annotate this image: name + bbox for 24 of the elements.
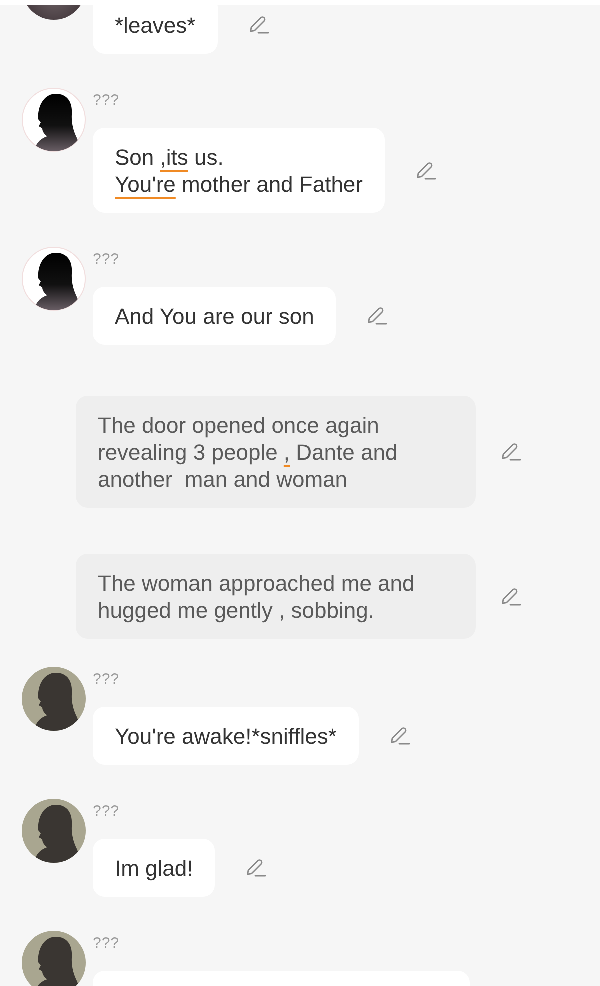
- pencil-icon[interactable]: [500, 442, 522, 462]
- sender-name: ???: [93, 802, 120, 822]
- avatar-silhouette-icon: [22, 931, 86, 986]
- message-text: *leaves*: [115, 12, 196, 39]
- pencil-icon[interactable]: [500, 586, 522, 606]
- avatar-silhouette-icon: [22, 667, 86, 731]
- pencil-icon[interactable]: [388, 726, 411, 746]
- avatar-silhouette-icon: [22, 88, 86, 152]
- sender-name: ???: [93, 91, 120, 111]
- message-text: Im glad!: [115, 855, 194, 882]
- pencil-icon[interactable]: [415, 160, 437, 180]
- message-text: You're awake!*sniffles*: [115, 723, 337, 750]
- avatar-silhouette-icon: [22, 799, 86, 863]
- sender-name: ???: [93, 250, 120, 270]
- narration-text: The woman approached me and hugged me gently , sobbing.: [98, 570, 416, 624]
- avatar-silhouette-icon: [22, 247, 86, 311]
- message-text: And You are our son: [115, 303, 314, 330]
- pencil-icon[interactable]: [245, 858, 268, 878]
- sender-name: ???: [93, 934, 120, 954]
- sender-name: ???: [93, 670, 120, 690]
- narration-text: The door opened once again revealing 3 people , Dante and another man and woman: [98, 412, 399, 493]
- pencil-icon[interactable]: [366, 306, 388, 326]
- message-text: Son ,its us. You're mother and Father: [115, 144, 363, 198]
- pencil-icon[interactable]: [248, 15, 270, 35]
